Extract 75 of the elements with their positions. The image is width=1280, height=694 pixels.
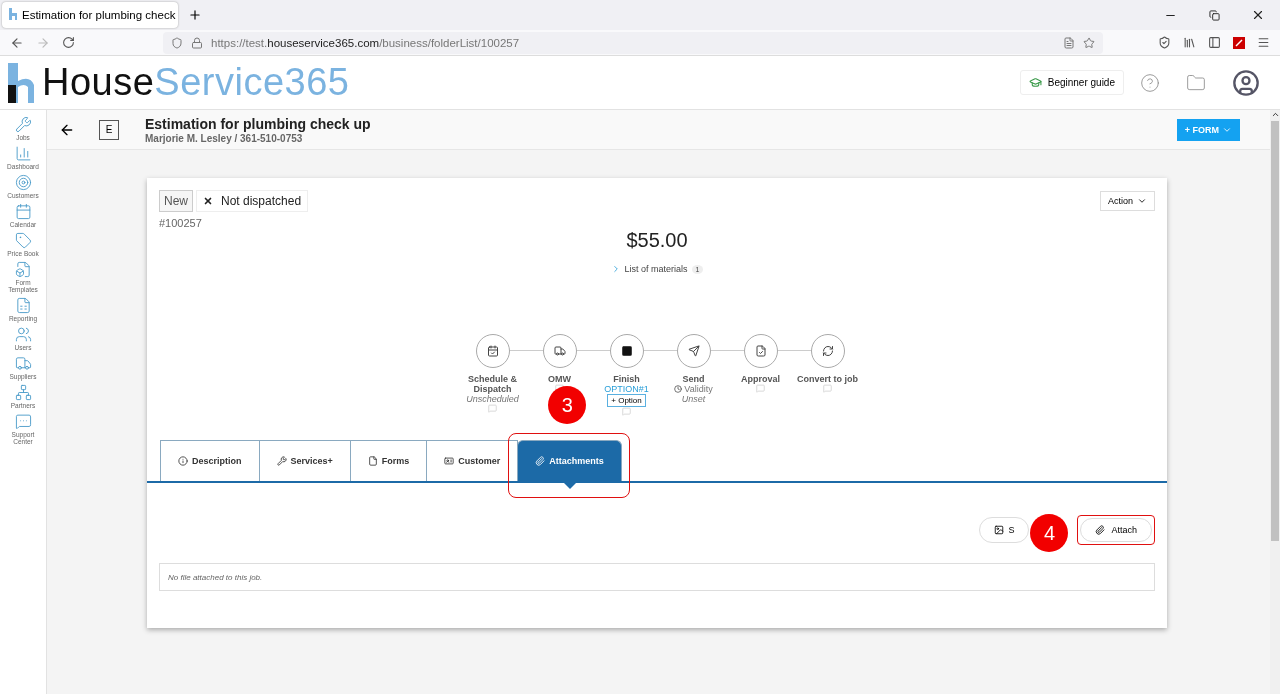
step-button[interactable] [609, 334, 644, 368]
logo-text: HouseService365 [42, 61, 350, 104]
dispatch-tag: Not dispatched [196, 190, 309, 212]
guide-button[interactable]: Beginner guide [1019, 70, 1124, 95]
help-bubble-icon [14, 413, 32, 430]
close-icon[interactable] [1251, 8, 1265, 22]
step-label: OMW [548, 374, 571, 384]
truck-icon [553, 345, 566, 357]
wrench-icon [276, 456, 287, 466]
step-status: Validity [674, 384, 713, 394]
tab[interactable]: Attachments [517, 440, 622, 481]
paper-plane-icon [687, 345, 700, 357]
cross-icon [203, 196, 213, 206]
caret-icon [1137, 196, 1147, 206]
empty-message: No file attached to this job. [159, 563, 1155, 591]
spreadsheet-icon [14, 297, 32, 314]
scroll-up-icon[interactable] [1270, 110, 1280, 119]
total-amount: $55.00 [626, 229, 688, 252]
users-icon [14, 326, 32, 343]
restore-icon[interactable] [1208, 9, 1220, 21]
network-icon [14, 384, 32, 401]
menu-icon[interactable] [1257, 36, 1270, 49]
step-note: Unset [681, 394, 706, 404]
image-icon [994, 525, 1005, 535]
star-icon[interactable] [1083, 36, 1095, 49]
step-label: Convert to job [797, 374, 858, 384]
type-badge: E [99, 119, 119, 140]
avatar-icon[interactable] [1232, 68, 1260, 97]
job-title: Estimation for plumbing check up [145, 115, 371, 132]
step-note: Unscheduled [466, 394, 519, 404]
action-button[interactable]: Action [1100, 191, 1155, 211]
bar-chart-icon [14, 145, 32, 162]
shield-icon [171, 36, 183, 49]
step-marker: 4 [1030, 514, 1069, 552]
graduation-cap-icon [1028, 76, 1042, 89]
lock-icon [191, 36, 203, 49]
reader-icon[interactable] [1063, 36, 1075, 49]
step-label: Finish [613, 374, 640, 384]
image-button[interactable]: S [979, 517, 1030, 543]
back-icon[interactable] [10, 35, 24, 50]
stop-icon [620, 345, 633, 357]
library-icon[interactable] [1183, 36, 1196, 49]
logo-icon [8, 8, 18, 22]
step-label: Send [682, 374, 705, 384]
document-check-icon [754, 345, 767, 357]
address-bar[interactable]: https://test.houseservice365.com/business/folderList/100257 [163, 31, 1103, 54]
browser-tab[interactable]: Estimation for plumbing check [2, 2, 178, 28]
scrollbar-thumb[interactable] [1271, 121, 1279, 541]
truck-icon [14, 355, 32, 372]
job-number: #100257 [159, 217, 203, 229]
reload-icon[interactable] [62, 36, 75, 49]
calendar-icon [486, 345, 499, 357]
refresh-icon [821, 345, 834, 357]
new-tab-icon[interactable] [188, 8, 202, 22]
clock-icon [674, 385, 683, 393]
tab[interactable]: Description [160, 440, 260, 481]
document-icon [367, 456, 378, 466]
step-label: Approval [741, 374, 780, 384]
paperclip-icon [535, 456, 546, 466]
price-tag-icon [14, 232, 32, 249]
extension-icon[interactable] [1233, 36, 1245, 49]
info-icon [178, 456, 188, 466]
paperclip-icon [1095, 525, 1106, 535]
attach-button[interactable]: Attach [1080, 518, 1152, 542]
target-icon [14, 174, 32, 191]
sidebar-icon[interactable] [1208, 36, 1221, 49]
job-subtitle: Marjorie M. Lesley / 361-510-0753 [145, 132, 304, 144]
document-icon [14, 261, 32, 278]
calendar-icon [14, 203, 32, 220]
step-marker: 3 [548, 386, 587, 424]
id-card-icon [444, 456, 455, 466]
wrench-icon [14, 116, 32, 133]
status-tag: New [159, 190, 193, 212]
add-option-button[interactable]: + Option [607, 394, 646, 407]
step-label: Schedule & Dispatch [467, 374, 518, 394]
